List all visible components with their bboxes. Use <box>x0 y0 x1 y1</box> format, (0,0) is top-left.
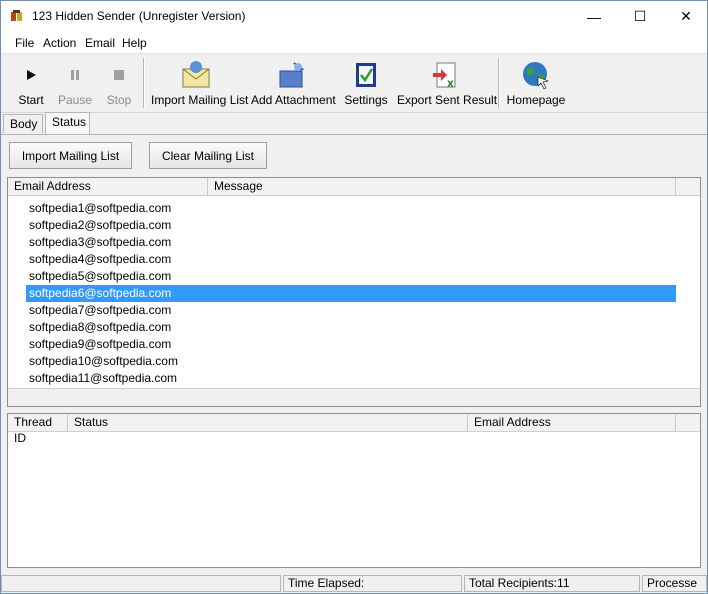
tab-status[interactable]: Status <box>45 112 90 134</box>
stop-icon <box>102 58 136 92</box>
globe-icon <box>519 58 553 92</box>
add-attachment-button[interactable]: Add Attachment <box>251 54 336 110</box>
toolbar-separator <box>143 58 144 108</box>
app-logo-icon <box>11 10 22 21</box>
column-email-address[interactable]: Email Address <box>8 178 208 195</box>
export-sent-result-label: Export Sent Result <box>397 93 498 107</box>
total-recipients: Total Recipients:11 <box>464 575 640 592</box>
horizontal-scrollbar[interactable] <box>8 388 700 406</box>
title-bar[interactable]: 123 Hidden Sender (Unregister Version) —… <box>1 1 707 32</box>
add-attachment-label: Add Attachment <box>251 93 336 107</box>
tab-body[interactable]: Body <box>3 114 43 133</box>
import-mailing-list-button[interactable]: Import Mailing List <box>151 54 249 110</box>
close-button[interactable]: ✕ <box>663 1 707 32</box>
list-item[interactable]: softpedia11@softpedia.com <box>26 370 676 387</box>
maximize-button[interactable]: ☐ <box>617 1 663 32</box>
start-label: Start <box>18 93 44 107</box>
list-item[interactable]: softpedia4@softpedia.com <box>26 251 676 268</box>
export-sent-result-button[interactable]: x Export Sent Result <box>397 54 498 110</box>
export-excel-icon: x <box>428 58 462 92</box>
play-icon <box>14 58 48 92</box>
import-mailing-list-panel-button[interactable]: Import Mailing List <box>9 142 132 169</box>
thread-list-header: Thread ID Status Email Address <box>8 414 700 445</box>
clear-mailing-list-button[interactable]: Clear Mailing List <box>149 142 267 169</box>
list-item[interactable]: softpedia5@softpedia.com <box>26 268 676 285</box>
toolbar: Start Pause Stop Import Mailing List Add… <box>1 54 707 113</box>
column-status[interactable]: Status <box>68 414 468 431</box>
mailing-list-view[interactable]: Email Address Message softpedia1@softped… <box>7 177 701 407</box>
svg-text:x: x <box>447 76 454 90</box>
column-thread-id[interactable]: Thread ID <box>8 414 68 445</box>
attachment-icon <box>275 58 309 92</box>
menu-file[interactable]: File <box>15 36 34 50</box>
minimize-button[interactable]: — <box>571 1 617 32</box>
list-item-selected[interactable]: softpedia6@softpedia.com <box>26 285 676 302</box>
list-item[interactable]: softpedia1@softpedia.com <box>26 200 676 217</box>
time-elapsed: Time Elapsed: <box>283 575 462 592</box>
thread-status-list[interactable]: Thread ID Status Email Address <box>7 413 701 568</box>
list-item[interactable]: softpedia7@softpedia.com <box>26 302 676 319</box>
menu-action[interactable]: Action <box>43 36 76 50</box>
settings-button[interactable]: Settings <box>341 54 391 110</box>
stop-label: Stop <box>106 93 132 107</box>
homepage-button[interactable]: Homepage <box>505 54 567 110</box>
tab-strip: Body Status <box>1 112 707 135</box>
window-title: 123 Hidden Sender (Unregister Version) <box>32 9 246 23</box>
status-panel: Import Mailing List Clear Mailing List E… <box>1 134 707 572</box>
menu-email[interactable]: Email <box>85 36 115 50</box>
menu-bar: File Action Email Help <box>1 32 707 54</box>
pause-button[interactable]: Pause <box>55 54 95 110</box>
pause-label: Pause <box>57 93 93 107</box>
main-window: 123 Hidden Sender (Unregister Version) —… <box>0 0 708 594</box>
list-item[interactable]: softpedia3@softpedia.com <box>26 234 676 251</box>
processed-count: Processe <box>642 575 707 592</box>
column-message[interactable]: Message <box>208 178 676 195</box>
list-item[interactable]: softpedia2@softpedia.com <box>26 217 676 234</box>
homepage-label: Homepage <box>506 93 566 107</box>
status-pane-empty <box>1 575 281 592</box>
settings-icon <box>349 58 383 92</box>
envelope-icon <box>179 58 213 92</box>
toolbar-separator <box>498 58 499 108</box>
mailing-list-header: Email Address Message <box>8 178 700 196</box>
pause-icon <box>58 58 92 92</box>
import-mailing-list-label: Import Mailing List <box>151 93 249 107</box>
list-item[interactable]: softpedia9@softpedia.com <box>26 336 676 353</box>
start-button[interactable]: Start <box>11 54 51 110</box>
menu-help[interactable]: Help <box>122 36 147 50</box>
status-bar: Time Elapsed: Total Recipients:11 Proces… <box>1 573 707 593</box>
column-thread-email-address[interactable]: Email Address <box>468 414 676 431</box>
list-item[interactable]: softpedia10@softpedia.com <box>26 353 676 370</box>
list-item[interactable]: softpedia8@softpedia.com <box>26 319 676 336</box>
stop-button[interactable]: Stop <box>99 54 139 110</box>
settings-label: Settings <box>344 93 388 107</box>
